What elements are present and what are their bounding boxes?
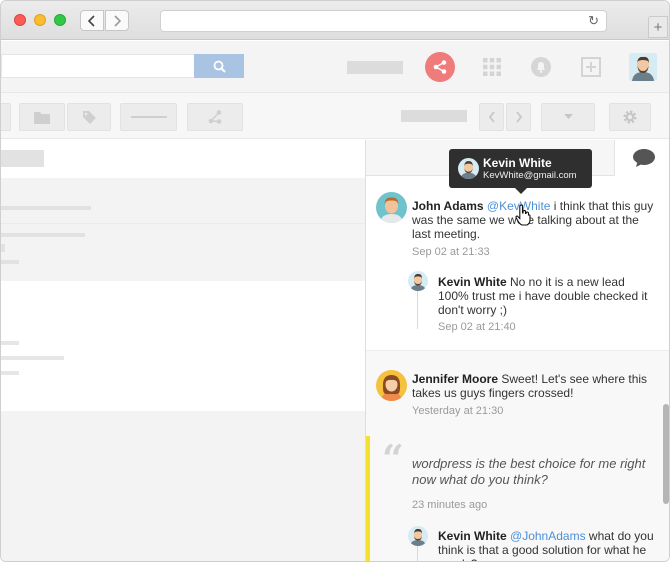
bell-icon-graphic — [531, 57, 551, 77]
add-box-icon[interactable] — [579, 55, 603, 79]
new-tab-button[interactable]: + — [648, 16, 668, 38]
chevron-left-icon — [87, 14, 95, 27]
share-button[interactable] — [425, 52, 455, 82]
hand-cursor-icon — [515, 204, 531, 226]
search-icon — [213, 60, 226, 73]
kevin-white-avatar — [408, 526, 428, 546]
caret-down-icon — [563, 114, 573, 119]
comment-item: John Adams @KevWhite i think that this g… — [366, 176, 669, 350]
reply-author[interactable]: Kevin White — [438, 275, 507, 289]
tab-comments[interactable] — [614, 140, 669, 176]
prev-page-button[interactable] — [479, 103, 504, 131]
comment-timestamp: Yesterday at 21:30 — [412, 405, 504, 417]
tooltip-name: Kevin White — [483, 156, 552, 170]
toolbar-button-edge[interactable] — [1, 103, 11, 131]
list-item[interactable] — [1, 178, 365, 223]
comment-text: John Adams @KevWhite i think that this g… — [412, 199, 657, 241]
forward-button[interactable] — [105, 10, 129, 31]
folder-icon — [34, 111, 50, 124]
tag-button[interactable] — [67, 103, 111, 131]
scrollbar-thumb[interactable] — [663, 404, 669, 504]
list-item[interactable] — [1, 223, 365, 281]
list-item-placeholder — [1, 356, 64, 360]
dropdown-button[interactable] — [541, 103, 595, 131]
toolbar-placeholder-button[interactable] — [120, 103, 177, 131]
comment-author[interactable]: John Adams — [412, 199, 484, 213]
add-box-icon-graphic — [581, 57, 601, 77]
quote-timestamp: 23 minutes ago — [412, 499, 488, 511]
kevin-white-avatar — [408, 271, 428, 291]
header-placeholder — [347, 61, 403, 74]
avatar — [408, 271, 428, 291]
share-icon — [208, 110, 222, 124]
app-toolbar — [1, 93, 669, 139]
avatar — [408, 526, 428, 546]
tag-icon — [82, 110, 96, 124]
search-input[interactable] — [1, 54, 194, 78]
chevron-right-icon — [114, 14, 122, 27]
item-list — [1, 140, 365, 561]
comment-timestamp: Sep 02 at 21:33 — [412, 246, 490, 258]
browser-toolbar: ↻ + — [1, 1, 669, 40]
user-tooltip: Kevin White KevWhite@gmail.com — [449, 149, 592, 194]
reply-text: Kevin White No no it is a new lead 100% … — [438, 275, 658, 317]
grid-icon[interactable] — [480, 55, 504, 79]
plus-icon: + — [653, 18, 663, 36]
comment-author[interactable]: Jennifer Moore — [412, 372, 498, 386]
share-icon — [433, 60, 447, 74]
list-item[interactable] — [1, 281, 365, 411]
avatar-graphic — [629, 53, 657, 81]
list-header — [1, 140, 365, 178]
user-avatar[interactable] — [629, 53, 657, 81]
pagination-placeholder — [401, 110, 467, 122]
address-bar[interactable]: ↻ — [160, 10, 607, 32]
reply-author[interactable]: Kevin White — [438, 529, 507, 543]
placeholder-line — [130, 116, 167, 118]
list-item-placeholder — [1, 371, 19, 375]
quote-text: wordpress is the best choice for me righ… — [412, 456, 646, 487]
share-toolbar-button[interactable] — [187, 103, 243, 131]
list-item-placeholder — [1, 233, 85, 237]
list-item-placeholder — [1, 206, 91, 210]
grid-icon-graphic — [483, 58, 501, 76]
reply-timestamp: Sep 02 at 21:40 — [438, 321, 516, 333]
list-item-placeholder — [1, 260, 19, 264]
quote-mark-icon: “ — [382, 436, 404, 481]
minimize-window-button[interactable] — [34, 14, 46, 26]
comment-text: Jennifer Moore Sweet! Let's see where th… — [412, 372, 657, 400]
back-button[interactable] — [80, 10, 104, 31]
close-window-button[interactable] — [14, 14, 26, 26]
list-item-placeholder — [1, 341, 19, 345]
browser-window: ↻ + John Adams @KevWhite i think that th… — [0, 0, 670, 562]
comment-bubble-icon — [632, 149, 655, 167]
reload-icon[interactable]: ↻ — [588, 13, 599, 29]
maximize-window-button[interactable] — [54, 14, 66, 26]
app-header — [1, 41, 669, 93]
quote-comment: “ wordpress is the best choice for me ri… — [366, 436, 669, 561]
list-item-placeholder — [1, 244, 5, 252]
chevron-left-icon — [488, 111, 495, 123]
list-item[interactable] — [1, 417, 365, 561]
search-button[interactable] — [194, 54, 244, 78]
avatar — [376, 370, 407, 401]
john-adams-avatar — [376, 192, 407, 223]
avatar — [376, 192, 407, 223]
reply-text: Kevin White @JohnAdams what do you think… — [438, 529, 658, 561]
bell-icon[interactable] — [529, 55, 553, 79]
list-header-placeholder — [1, 150, 44, 167]
gear-icon — [623, 110, 637, 124]
jennifer-moore-avatar — [376, 370, 407, 401]
next-page-button[interactable] — [506, 103, 531, 131]
mention-link[interactable]: @JohnAdams — [510, 529, 586, 543]
chevron-right-icon — [515, 111, 522, 123]
settings-button[interactable] — [609, 103, 651, 131]
kevin-white-avatar — [458, 158, 479, 179]
avatar — [458, 158, 479, 179]
folder-button[interactable] — [19, 103, 65, 131]
tooltip-email: KevWhite@gmail.com — [483, 170, 577, 181]
comment-item: Jennifer Moore Sweet! Let's see where th… — [366, 350, 669, 436]
